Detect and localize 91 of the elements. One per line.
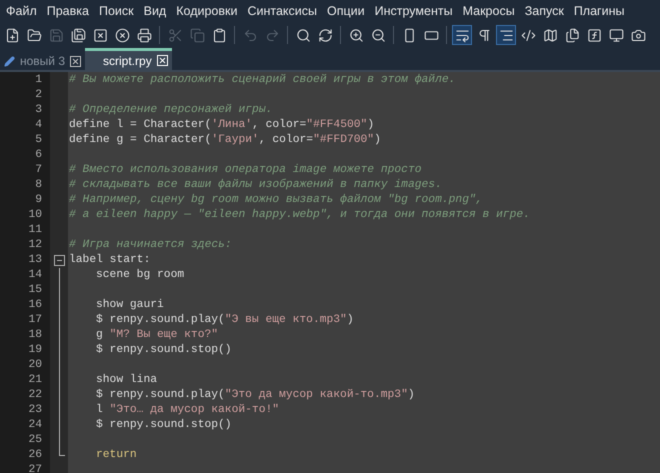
- function-icon: [586, 28, 602, 42]
- copy-icon: [190, 28, 204, 42]
- line-number: 27: [27, 463, 43, 473]
- tab-label: script.rpy: [103, 54, 152, 68]
- menu-item[interactable]: Плагины: [568, 2, 630, 20]
- code-line: # Игра начинается здесь:: [68, 238, 233, 253]
- close-icon: [92, 28, 108, 42]
- line-number: 25: [27, 433, 43, 448]
- line-number: 21: [27, 373, 43, 388]
- line-number: 14: [27, 268, 43, 283]
- line-number: 11: [27, 223, 43, 238]
- code-line: # а eileen happy — "eileen happy.webp", и тогда они появятся в игре.: [68, 208, 531, 223]
- code-line: show lina: [95, 373, 158, 388]
- code-line: define g = Character('Гаури', color="#FFD700"): [68, 133, 382, 148]
- zoom-in-icon: [348, 28, 364, 42]
- line-number: 17: [27, 313, 43, 328]
- search-icon: [296, 28, 310, 42]
- line-number: 26: [27, 448, 43, 463]
- word-wrap-icon: [454, 28, 470, 42]
- menu-item[interactable]: Поиск: [94, 2, 139, 20]
- print-icon: [136, 28, 152, 42]
- documents-icon: [564, 28, 580, 42]
- code-line: define l = Character('Лина', color="#FF4500"): [68, 118, 376, 133]
- code-line: l "Это… да мусор какой-то!": [95, 403, 280, 418]
- menu-item[interactable]: Вид: [138, 2, 172, 20]
- line-number: 3: [34, 103, 43, 118]
- tab-label: новый 3: [20, 54, 66, 68]
- menu-item[interactable]: Запуск: [520, 2, 569, 20]
- code-line: # Вы можете расположить сценарий своей игры в этом файле.: [68, 73, 456, 88]
- file-tab[interactable]: новый 3: [0, 52, 86, 70]
- line-number: 9: [34, 193, 43, 208]
- code-line: g "М? Вы еще кто?": [95, 328, 220, 343]
- collapse-icon[interactable]: [54, 255, 64, 266]
- line-number: 13: [27, 253, 43, 268]
- toolbar-button[interactable]: [496, 25, 516, 45]
- file-tab[interactable]: script.rpy: [85, 48, 172, 70]
- line-number: 12: [27, 238, 43, 253]
- code-line: $ renpy.sound.play("Это да мусор какой-то.mp3"): [95, 388, 416, 403]
- menu-item[interactable]: Кодировки: [171, 2, 242, 20]
- code-line: # складывать все ваши файлы изображений в папку images.: [68, 178, 443, 193]
- close-all-icon: [114, 28, 130, 42]
- line-number: 4: [34, 118, 43, 133]
- line-number: 2: [34, 88, 43, 103]
- line-number: 24: [27, 418, 43, 433]
- zoom-out-icon: [370, 28, 386, 42]
- line-number: 23: [27, 403, 43, 418]
- save-all-icon: [70, 28, 86, 42]
- clipboard-icon: [212, 28, 226, 42]
- monitor-icon: [608, 28, 624, 42]
- toolbar-button[interactable]: [452, 25, 472, 45]
- line-number: 20: [27, 358, 43, 373]
- new-file-icon: [4, 28, 20, 42]
- line-number: 22: [27, 388, 43, 403]
- code-line: return: [95, 448, 138, 463]
- menu-item[interactable]: Макросы: [458, 2, 520, 20]
- save-icon: [48, 28, 64, 42]
- menu-item[interactable]: Инструменты: [370, 2, 458, 20]
- line-number: 15: [27, 283, 43, 298]
- code-line: label start:: [68, 253, 152, 268]
- code-line: # Например, сцену bg room можно вызвать файлом "bg room.png",: [68, 193, 484, 208]
- close-icon[interactable]: [70, 56, 82, 66]
- scissors-icon: [168, 28, 182, 42]
- replace-icon: [318, 28, 332, 42]
- menu-item[interactable]: Файл: [1, 2, 42, 20]
- code-line: $ renpy.sound.stop(): [95, 343, 233, 358]
- pilcrow-icon: [476, 28, 492, 42]
- line-number: 6: [34, 148, 43, 163]
- code-icon: [520, 28, 536, 42]
- code-line: $ renpy.sound.stop(): [95, 418, 233, 433]
- line-number: 18: [27, 328, 43, 343]
- line-number: 5: [34, 133, 43, 148]
- line-number: 10: [27, 208, 43, 223]
- code-line: # Вместо использования оператора image можете просто: [68, 163, 423, 178]
- code-line: $ renpy.sound.play("Э вы еще кто.mp3"): [95, 313, 355, 328]
- code-line: show gauri: [95, 298, 165, 313]
- folder-icon: [26, 28, 42, 42]
- code-line: scene bg room: [95, 268, 186, 283]
- menu-item[interactable]: Правка: [42, 2, 94, 20]
- menu-item[interactable]: Опции: [322, 2, 370, 20]
- camera-icon: [630, 28, 646, 42]
- redo-icon: [264, 28, 280, 42]
- undo-icon: [242, 28, 258, 42]
- line-number: 1: [34, 73, 43, 88]
- line-number: 7: [34, 163, 43, 178]
- map-icon: [542, 28, 558, 42]
- code-line: # Определение персонажей игры.: [68, 103, 274, 118]
- line-number: 8: [34, 178, 43, 193]
- menu-item[interactable]: Синтаксисы: [242, 2, 322, 20]
- line-number: 19: [27, 343, 43, 358]
- indent-guide-icon: [498, 28, 514, 42]
- line-number: 16: [27, 298, 43, 313]
